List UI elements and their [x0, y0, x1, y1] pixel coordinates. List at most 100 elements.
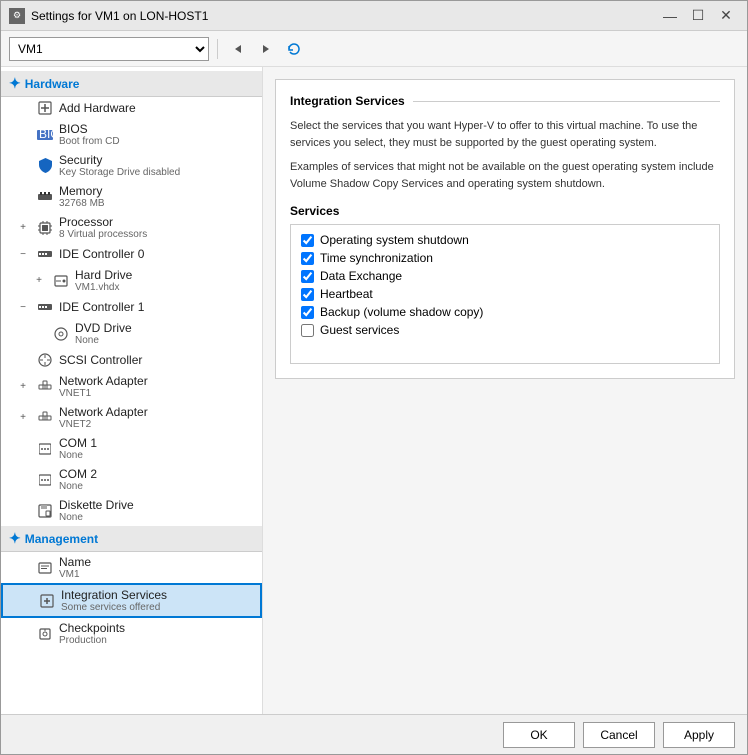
expand-icon-name [17, 562, 29, 574]
checkbox-time-sync[interactable] [301, 252, 314, 265]
checkbox-os-shutdown[interactable] [301, 234, 314, 247]
dvd-drive-icon [53, 326, 69, 342]
sidebar-item-scsi[interactable]: SCSI Controller [1, 349, 262, 371]
window-icon: ⚙ [9, 8, 25, 24]
sidebar-item-network-adapter-2[interactable]: + Network Adapter VNET2 [1, 402, 262, 433]
expand-icon-integration [19, 595, 31, 607]
service-backup-label: Backup (volume shadow copy) [320, 305, 483, 319]
sidebar-item-network-adapter-1[interactable]: + Network Adapter VNET1 [1, 371, 262, 402]
expand-icon-ide1: − [17, 301, 29, 313]
sidebar-item-ide1[interactable]: − IDE Controller 1 [1, 296, 262, 318]
sidebar-item-diskette[interactable]: Diskette Drive None [1, 495, 262, 526]
checkbox-heartbeat[interactable] [301, 288, 314, 301]
services-section-label: Services [290, 204, 720, 218]
ide1-label: IDE Controller 1 [59, 300, 144, 314]
expand-icon-processor: + [17, 222, 29, 234]
titlebar: ⚙ Settings for VM1 on LON-HOST1 — ☐ ✕ [1, 1, 747, 31]
management-star-icon: ✦ [9, 530, 21, 547]
sidebar-item-integration-services[interactable]: Integration Services Some services offer… [1, 583, 262, 618]
service-time-sync-label: Time synchronization [320, 251, 433, 265]
expand-icon-network1: + [17, 381, 29, 393]
network-adapter-2-label: Network Adapter VNET2 [59, 405, 148, 430]
expand-icon-dvd [33, 328, 45, 340]
sidebar-item-memory[interactable]: Memory 32768 MB [1, 181, 262, 212]
network-adapter-2-icon [37, 410, 53, 426]
services-box: Operating system shutdown Time synchroni… [290, 224, 720, 364]
refresh-button[interactable] [282, 37, 306, 61]
sidebar-item-bios[interactable]: BIOS BIOS Boot from CD [1, 119, 262, 150]
apply-button[interactable]: Apply [663, 722, 735, 748]
close-button[interactable]: ✕ [713, 6, 739, 26]
network-adapter-1-icon [37, 379, 53, 395]
checkbox-data-exchange[interactable] [301, 270, 314, 283]
back-button[interactable] [226, 37, 250, 61]
integration-services-label: Integration Services Some services offer… [61, 588, 167, 613]
checkbox-guest-services[interactable] [301, 324, 314, 337]
memory-label: Memory 32768 MB [59, 184, 105, 209]
service-heartbeat: Heartbeat [301, 285, 709, 303]
com2-label: COM 2 None [59, 467, 97, 492]
sidebar-item-name[interactable]: Name VM1 [1, 552, 262, 583]
bottom-bar: OK Cancel Apply [1, 714, 747, 754]
sidebar-item-com2[interactable]: COM 2 None [1, 464, 262, 495]
minimize-button[interactable]: — [657, 6, 683, 26]
sidebar-item-hard-drive[interactable]: + Hard Drive VM1.vhdx [1, 265, 262, 296]
scsi-icon [37, 352, 53, 368]
integration-services-panel: Integration Services Select the services… [275, 79, 735, 379]
processor-label: Processor 8 Virtual processors [59, 215, 147, 240]
hard-drive-icon [53, 273, 69, 289]
sidebar-item-checkpoints[interactable]: Checkpoints Production [1, 618, 262, 649]
service-data-exchange: Data Exchange [301, 267, 709, 285]
network-adapter-1-label: Network Adapter VNET1 [59, 374, 148, 399]
window-title: Settings for VM1 on LON-HOST1 [31, 9, 651, 23]
service-guest-services-label: Guest services [320, 323, 399, 337]
sidebar-item-ide0[interactable]: − IDE Controller 0 [1, 243, 262, 265]
forward-button[interactable] [254, 37, 278, 61]
hardware-section-header: ✦ Hardware [1, 71, 262, 97]
service-os-shutdown-label: Operating system shutdown [320, 233, 469, 247]
cancel-button[interactable]: Cancel [583, 722, 655, 748]
ide0-label: IDE Controller 0 [59, 247, 144, 261]
maximize-button[interactable]: ☐ [685, 6, 711, 26]
diskette-label: Diskette Drive None [59, 498, 134, 523]
name-icon [37, 560, 53, 576]
panel-title-divider [413, 101, 720, 102]
sidebar-item-dvd-drive[interactable]: DVD Drive None [1, 318, 262, 349]
vm-selector[interactable]: VM1 [9, 37, 209, 61]
sidebar-item-add-hardware[interactable]: Add Hardware [1, 97, 262, 119]
add-hardware-label: Add Hardware [59, 101, 136, 115]
security-label: Security Key Storage Drive disabled [59, 153, 180, 178]
service-os-shutdown: Operating system shutdown [301, 231, 709, 249]
checkpoints-label: Checkpoints Production [59, 621, 125, 646]
main-panel: Integration Services Select the services… [263, 67, 747, 714]
security-icon [37, 158, 53, 174]
svg-text:BIOS: BIOS [39, 130, 53, 140]
com1-icon [37, 441, 53, 457]
sidebar-item-com1[interactable]: COM 1 None [1, 433, 262, 464]
service-heartbeat-label: Heartbeat [320, 287, 373, 301]
expand-icon-com1 [17, 443, 29, 455]
scsi-label: SCSI Controller [59, 353, 142, 367]
expand-icon-security [17, 160, 29, 172]
name-label: Name VM1 [59, 555, 91, 580]
titlebar-controls: — ☐ ✕ [657, 6, 739, 26]
ok-button[interactable]: OK [503, 722, 575, 748]
processor-icon [37, 220, 53, 236]
com2-icon [37, 472, 53, 488]
expand-icon-diskette [17, 505, 29, 517]
service-time-sync: Time synchronization [301, 249, 709, 267]
checkbox-backup[interactable] [301, 306, 314, 319]
examples-text: Examples of services that might not be a… [290, 159, 720, 192]
sidebar-item-processor[interactable]: + Processor 8 Virtual processors [1, 212, 262, 243]
toolbar: VM1 [1, 31, 747, 67]
expand-icon-scsi [17, 354, 29, 366]
sidebar-item-security[interactable]: Security Key Storage Drive disabled [1, 150, 262, 181]
toolbar-separator [217, 39, 218, 59]
description-text: Select the services that you want Hyper-… [290, 118, 720, 151]
hard-drive-label: Hard Drive VM1.vhdx [75, 268, 132, 293]
panel-title: Integration Services [290, 94, 405, 108]
expand-icon-ide0: − [17, 248, 29, 260]
dvd-drive-label: DVD Drive None [75, 321, 132, 346]
expand-icon-hard-drive: + [33, 275, 45, 287]
bios-icon: BIOS [37, 127, 53, 143]
